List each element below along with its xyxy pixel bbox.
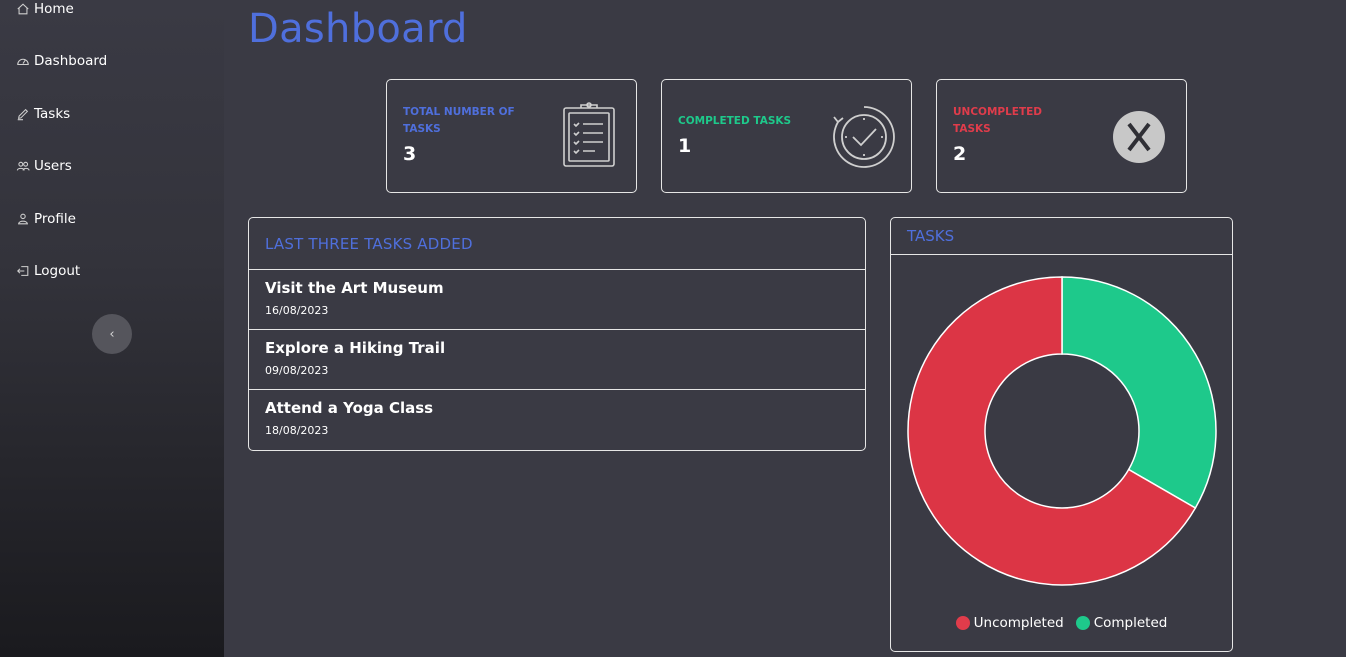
- pencil-icon: [16, 107, 30, 121]
- task-date: 18/08/2023: [265, 424, 329, 437]
- chart-title: TASKS: [891, 218, 1232, 255]
- sidebar-item-label: Logout: [34, 263, 81, 279]
- sidebar-item-profile[interactable]: Profile: [16, 208, 76, 230]
- sidebar-item-label: Dashboard: [34, 53, 108, 69]
- chevron-left-icon: ‹: [109, 326, 115, 342]
- sidebar-item-logout[interactable]: Logout: [16, 260, 80, 282]
- legend-swatch: [955, 616, 970, 630]
- legend-label: Completed: [1093, 615, 1168, 631]
- stat-value-uncompleted: 2: [953, 143, 967, 165]
- home-icon: [16, 2, 30, 16]
- sidebar-item-label: Users: [34, 158, 72, 174]
- task-item[interactable]: Visit the Art Museum 16/08/2023: [249, 270, 865, 330]
- legend-item-completed[interactable]: Completed: [1075, 615, 1168, 631]
- gauge-icon: [16, 54, 30, 68]
- stat-card-total: TOTAL NUMBER OF TASKS 3: [386, 79, 637, 193]
- sidebar-item-label: Profile: [34, 211, 76, 227]
- stat-label-completed: COMPLETED TASKS: [678, 115, 792, 127]
- legend-label: Uncompleted: [973, 615, 1064, 631]
- task-date: 09/08/2023: [265, 364, 329, 377]
- recent-tasks-title: LAST THREE TASKS ADDED: [249, 218, 865, 270]
- legend-swatch: [1075, 616, 1090, 630]
- sidebar-item-users[interactable]: Users: [16, 155, 72, 177]
- tasks-chart-panel: TASKS Uncompleted Completed: [890, 217, 1233, 652]
- stat-label-total: TOTAL NUMBER OF TASKS: [403, 106, 515, 135]
- users-icon: [16, 159, 30, 173]
- chart-legend: Uncompleted Completed: [891, 615, 1232, 631]
- stat-label-uncompleted: UNCOMPLETED TASKS: [953, 106, 1043, 135]
- stat-value-total: 3: [403, 143, 417, 165]
- donut-slice-completed[interactable]: [1061, 276, 1217, 510]
- clipboard-icon: [561, 102, 617, 172]
- check-clock-icon: [832, 105, 896, 173]
- logout-icon: [16, 264, 30, 278]
- task-title: Attend a Yoga Class: [265, 399, 434, 417]
- sidebar-item-label: Tasks: [34, 106, 71, 122]
- page-title: Dashboard: [248, 6, 468, 52]
- recent-tasks-panel: LAST THREE TASKS ADDED Visit the Art Mus…: [248, 217, 866, 451]
- task-item[interactable]: Explore a Hiking Trail 09/08/2023: [249, 330, 865, 390]
- sidebar-item-home[interactable]: Home: [16, 0, 74, 20]
- sidebar-item-tasks[interactable]: Tasks: [16, 103, 70, 125]
- task-title: Visit the Art Museum: [265, 279, 444, 297]
- stat-value-completed: 1: [678, 135, 692, 157]
- donut-chart: [907, 276, 1217, 586]
- person-icon: [16, 212, 30, 226]
- sidebar-item-dashboard[interactable]: Dashboard: [16, 50, 107, 72]
- sidebar: Home Dashboard Tasks Users Profile Logou…: [0, 0, 224, 657]
- collapse-sidebar-button[interactable]: ‹: [92, 314, 132, 354]
- sidebar-item-label: Home: [34, 1, 74, 17]
- task-title: Explore a Hiking Trail: [265, 339, 446, 357]
- legend-item-uncompleted[interactable]: Uncompleted: [955, 615, 1064, 631]
- x-circle-icon: [1112, 110, 1166, 168]
- stat-card-completed: COMPLETED TASKS 1: [661, 79, 912, 193]
- task-item[interactable]: Attend a Yoga Class 18/08/2023: [249, 390, 865, 450]
- stat-card-uncompleted: UNCOMPLETED TASKS 2: [936, 79, 1187, 193]
- task-date: 16/08/2023: [265, 304, 329, 317]
